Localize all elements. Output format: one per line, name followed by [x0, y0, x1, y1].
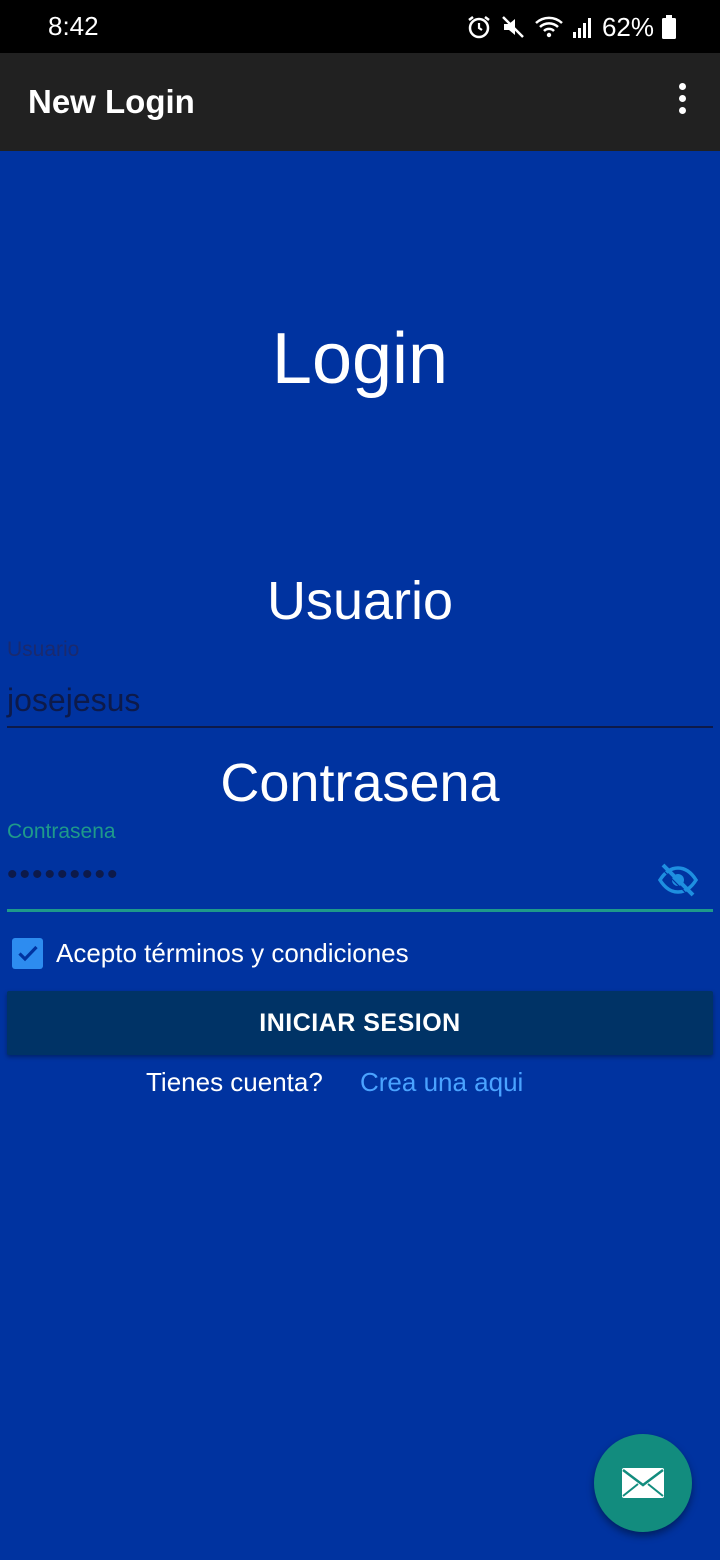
username-value: josejesus — [7, 682, 141, 718]
username-floating-label: Usuario — [7, 638, 80, 661]
more-vert-icon[interactable] — [670, 83, 694, 123]
password-floating-label: Contrasena — [7, 820, 116, 843]
wifi-icon — [534, 14, 564, 40]
signal-icon — [572, 15, 594, 39]
app-bar: New Login — [0, 53, 720, 151]
username-section-label: Usuario — [266, 571, 454, 631]
create-account-link[interactable]: Crea una aqui — [360, 1067, 523, 1098]
password-field[interactable]: Contrasena ••••••••• — [7, 820, 713, 912]
password-underline — [7, 909, 713, 912]
login-button[interactable]: INICIAR SESION — [7, 991, 713, 1055]
check-icon — [17, 945, 38, 962]
status-bar: 8:42 62% — [0, 0, 720, 53]
status-icons: 62% — [466, 12, 676, 42]
mute-icon — [500, 14, 526, 40]
mail-fab-button[interactable] — [594, 1434, 692, 1532]
battery-icon — [662, 15, 676, 39]
terms-checkbox[interactable] — [12, 937, 43, 969]
password-value: ••••••••• — [7, 858, 120, 891]
password-section-label: Contrasena — [220, 753, 500, 813]
username-underline — [7, 726, 713, 728]
alarm-icon — [466, 14, 492, 40]
signup-question: Tienes cuenta? — [146, 1067, 323, 1097]
battery-percent: 62% — [601, 11, 654, 42]
mail-icon — [622, 1468, 664, 1498]
eye-off-icon[interactable] — [657, 862, 699, 898]
status-time: 8:42 — [48, 11, 99, 41]
app-title: New Login — [28, 83, 195, 120]
terms-label: Acepto términos y condiciones — [56, 937, 409, 968]
terms-checkbox-row[interactable]: Acepto términos y condiciones — [12, 936, 409, 970]
username-field[interactable]: Usuario josejesus — [7, 638, 713, 728]
page-title: Login — [271, 319, 449, 399]
login-screen: 8:42 62% New Login Login Usuario Usuario… — [0, 0, 720, 1560]
